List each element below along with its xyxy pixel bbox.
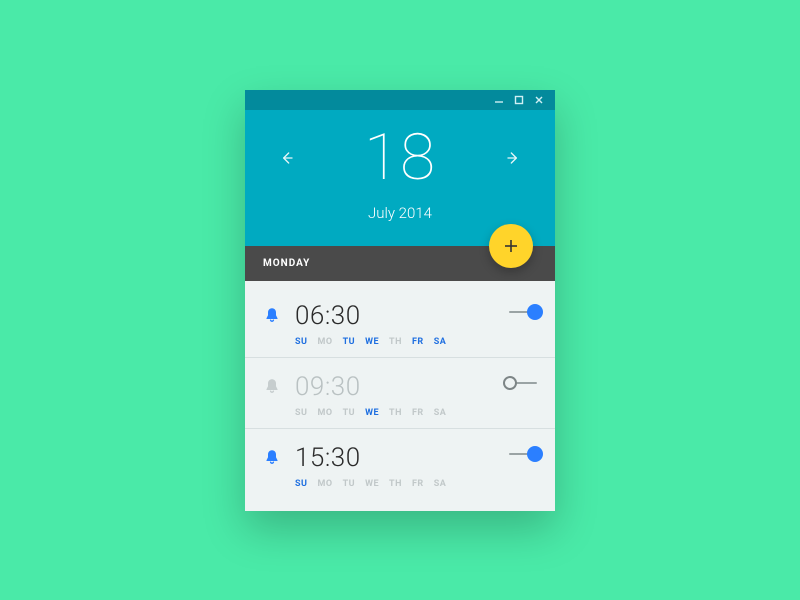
- weekday-bar: MONDAY: [245, 246, 555, 281]
- bell-icon: [251, 372, 293, 394]
- alarm-main: 09:30 SU MO TU WE TH FR SA: [293, 372, 485, 418]
- day-tu[interactable]: TU: [343, 337, 356, 347]
- bell-icon: [251, 301, 293, 323]
- alarm-clock-widget: 18 July 2014 MONDAY 06:30SUMOTUWETHFRSA0…: [245, 90, 555, 511]
- day-mo[interactable]: MO: [317, 337, 332, 347]
- day-we[interactable]: WE: [365, 479, 379, 489]
- day-selector: SU MO TU WE TH FR SA: [295, 479, 485, 489]
- alarm-toggle[interactable]: [485, 301, 545, 313]
- next-day-button[interactable]: [501, 146, 525, 170]
- plus-icon: [503, 238, 519, 254]
- day-tu[interactable]: TU: [343, 479, 356, 489]
- day-sa[interactable]: SA: [434, 408, 447, 418]
- minimize-button[interactable]: [493, 94, 505, 106]
- alarm-list: 06:30SUMOTUWETHFRSA09:30SUMOTUWETHFRSA15…: [245, 281, 555, 511]
- alarm-toggle[interactable]: [485, 372, 545, 384]
- day-su[interactable]: SU: [295, 337, 307, 347]
- add-alarm-button[interactable]: [489, 224, 533, 268]
- maximize-button[interactable]: [513, 94, 525, 106]
- day-mo[interactable]: MO: [317, 408, 332, 418]
- day-we[interactable]: WE: [365, 337, 379, 347]
- day-th[interactable]: TH: [389, 337, 402, 347]
- day-we[interactable]: WE: [365, 408, 379, 418]
- day-fr[interactable]: FR: [412, 408, 424, 418]
- alarm-row: 09:30 SU MO TU WE TH FR SA: [245, 358, 555, 429]
- window-titlebar: [245, 90, 555, 110]
- bell-icon: [251, 443, 293, 465]
- day-sa[interactable]: SA: [434, 479, 447, 489]
- day-number: 18: [364, 126, 436, 190]
- close-button[interactable]: [533, 94, 545, 106]
- alarm-row: 06:30 SU MO TU WE TH FR SA: [245, 287, 555, 358]
- day-su[interactable]: SU: [295, 408, 307, 418]
- alarm-main: 15:30 SU MO TU WE TH FR SA: [293, 443, 485, 489]
- day-sa[interactable]: SA: [434, 337, 447, 347]
- previous-day-button[interactable]: [275, 146, 299, 170]
- weekday-label: MONDAY: [263, 258, 310, 269]
- alarm-toggle[interactable]: [485, 443, 545, 455]
- alarm-row: 15:30 SU MO TU WE TH FR SA: [245, 429, 555, 499]
- day-selector: SU MO TU WE TH FR SA: [295, 337, 485, 347]
- month-year-label: July 2014: [245, 204, 555, 222]
- alarm-time[interactable]: 09:30: [295, 372, 485, 402]
- day-th[interactable]: TH: [389, 479, 402, 489]
- day-th[interactable]: TH: [389, 408, 402, 418]
- day-tu[interactable]: TU: [343, 408, 356, 418]
- alarm-time[interactable]: 15:30: [295, 443, 485, 473]
- alarm-time[interactable]: 06:30: [295, 301, 485, 331]
- day-su[interactable]: SU: [295, 479, 307, 489]
- day-fr[interactable]: FR: [412, 337, 424, 347]
- day-mo[interactable]: MO: [317, 479, 332, 489]
- day-fr[interactable]: FR: [412, 479, 424, 489]
- day-selector: SU MO TU WE TH FR SA: [295, 408, 485, 418]
- alarm-main: 06:30 SU MO TU WE TH FR SA: [293, 301, 485, 347]
